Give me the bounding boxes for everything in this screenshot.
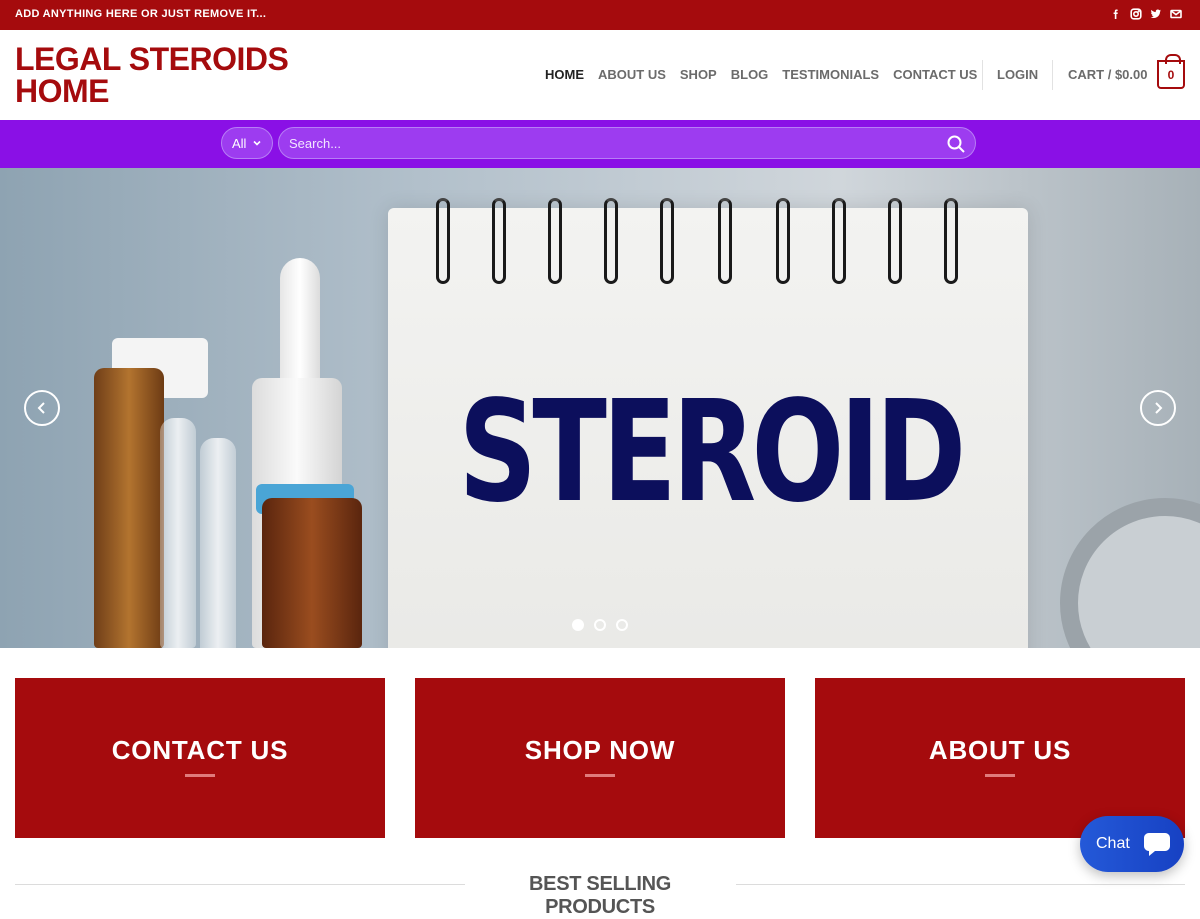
contact-us-card[interactable]: CONTACT US xyxy=(15,678,385,838)
slider-prev-button[interactable] xyxy=(24,390,60,426)
card-title: ABOUT US xyxy=(928,735,1072,765)
nav-about-us[interactable]: ABOUT US xyxy=(598,67,666,82)
search-icon[interactable] xyxy=(946,134,966,154)
category-select[interactable]: All xyxy=(221,127,273,159)
medicine-bottle xyxy=(94,368,164,648)
stethoscope xyxy=(1060,498,1200,648)
about-us-card[interactable]: ABOUT US xyxy=(815,678,1185,838)
card-underline xyxy=(585,774,615,777)
cart-count: 0 xyxy=(1167,67,1175,82)
nav-testimonials[interactable]: TESTIMONIALS xyxy=(782,67,879,82)
chat-label: Chat xyxy=(1096,835,1130,852)
slider-dots xyxy=(572,619,628,631)
ampoule xyxy=(160,418,196,648)
spray-nozzle xyxy=(280,258,320,388)
nav-blog[interactable]: BLOG xyxy=(731,67,769,82)
chevron-down-icon xyxy=(253,140,262,146)
slider-next-button[interactable] xyxy=(1140,390,1176,426)
category-select-value: All xyxy=(232,135,247,151)
top-bar: ADD ANYTHING HERE OR JUST REMOVE IT... xyxy=(0,0,1200,30)
top-bar-message: ADD ANYTHING HERE OR JUST REMOVE IT... xyxy=(15,8,267,20)
hero-slider: STEROID xyxy=(0,168,1200,648)
logo-line-1: LEGAL STEROIDS xyxy=(15,41,289,77)
site-logo[interactable]: LEGAL STEROIDS HOME xyxy=(15,43,295,107)
slider-dot-1[interactable] xyxy=(572,619,584,631)
main-nav: HOME ABOUT US SHOP BLOG TESTIMONIALS CON… xyxy=(545,67,991,82)
search-input[interactable] xyxy=(289,135,929,151)
nav-home[interactable]: HOME xyxy=(545,67,584,82)
hero-word: STEROID xyxy=(458,371,966,534)
search-bar: All xyxy=(0,120,1200,168)
shop-now-card[interactable]: SHOP NOW xyxy=(415,678,785,838)
nav-shop[interactable]: SHOP xyxy=(680,67,717,82)
nav-divider xyxy=(1052,60,1053,90)
card-underline xyxy=(985,774,1015,777)
slider-dot-2[interactable] xyxy=(594,619,606,631)
search-field[interactable] xyxy=(278,127,976,159)
social-links xyxy=(1109,7,1182,21)
nav-contact-us[interactable]: CONTACT US xyxy=(893,67,977,82)
slider-dot-3[interactable] xyxy=(616,619,628,631)
section-divider xyxy=(736,884,1185,885)
card-title: CONTACT US xyxy=(111,735,289,765)
facebook-icon[interactable] xyxy=(1109,7,1122,21)
chevron-right-icon xyxy=(1155,402,1163,414)
chevron-left-icon xyxy=(37,402,45,414)
email-icon[interactable] xyxy=(1169,7,1182,21)
cart-icon[interactable]: 0 xyxy=(1157,54,1185,89)
nav-divider xyxy=(982,60,983,90)
site-header: LEGAL STEROIDS HOME HOME ABOUT US SHOP B… xyxy=(0,30,1200,120)
section-divider xyxy=(15,884,465,885)
chat-bubble-icon xyxy=(1142,829,1172,859)
twitter-icon[interactable] xyxy=(1149,7,1162,21)
cart-link[interactable]: CART / $0.00 xyxy=(1068,67,1147,82)
ampoule xyxy=(200,438,236,648)
login-link[interactable]: LOGIN xyxy=(997,67,1038,82)
medicine-vial xyxy=(262,498,362,648)
chat-button[interactable]: Chat xyxy=(1080,816,1184,872)
card-underline xyxy=(185,774,215,777)
hero-notepad-image: STEROID xyxy=(388,198,1028,648)
card-title: SHOP NOW xyxy=(524,735,676,765)
logo-line-2: HOME xyxy=(15,73,110,109)
best-selling-heading: BEST SELLING PRODUCTS xyxy=(529,873,671,918)
instagram-icon[interactable] xyxy=(1129,7,1142,21)
